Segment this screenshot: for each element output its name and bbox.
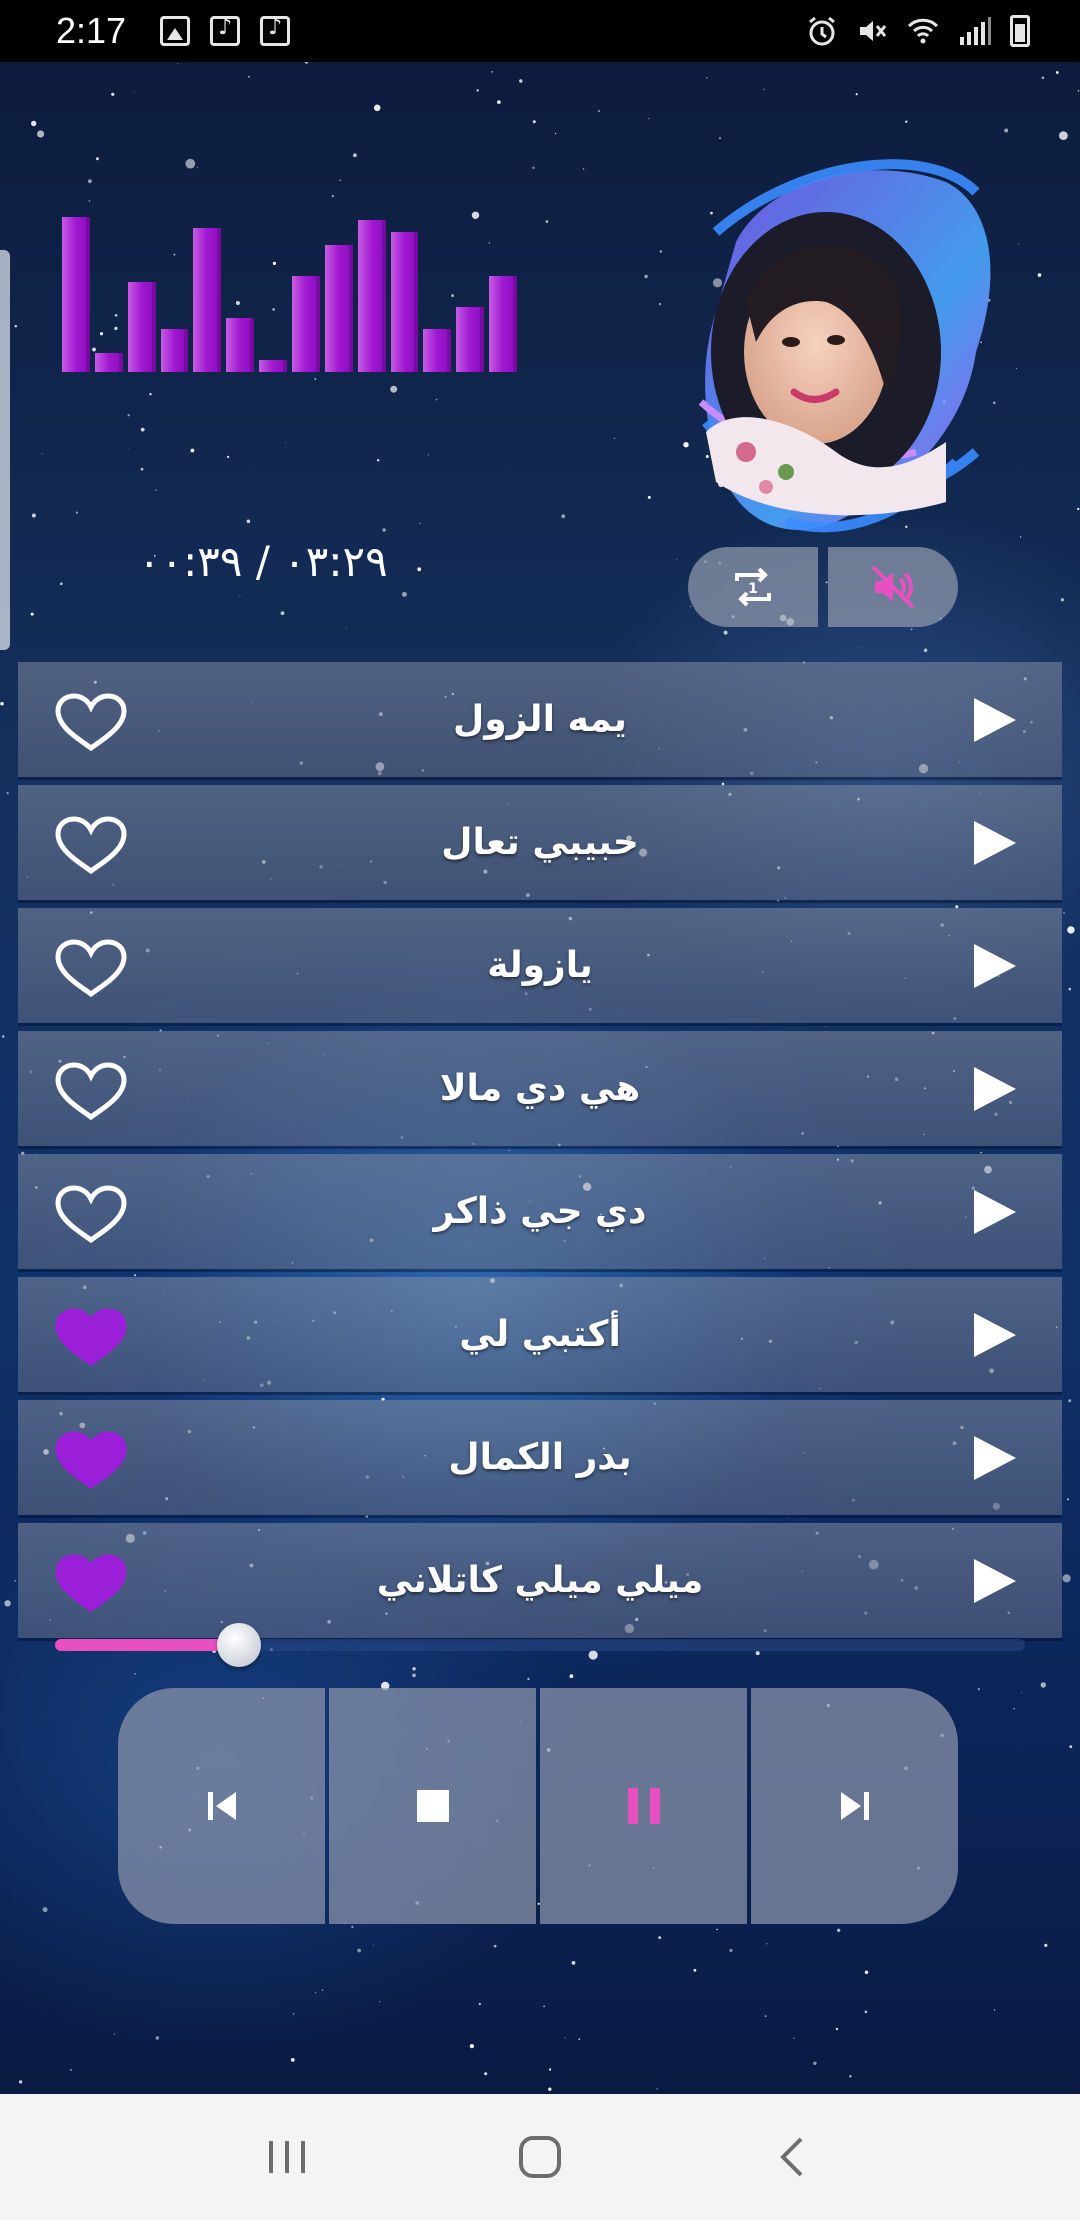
gallery-icon — [160, 16, 191, 46]
music-note-icon — [210, 15, 241, 46]
song-row[interactable]: أكتبي لي — [18, 1277, 1062, 1392]
visualizer-bar — [390, 232, 419, 372]
mute-button[interactable] — [828, 547, 958, 627]
song-row[interactable]: هي دي مالا — [18, 1031, 1062, 1146]
stop-button[interactable] — [329, 1688, 536, 1924]
transport-controls — [118, 1688, 958, 1924]
next-icon — [840, 1792, 869, 1820]
play-icon[interactable] — [974, 1190, 1016, 1234]
svg-text:1: 1 — [748, 581, 758, 597]
system-navigation-bar — [0, 2094, 1080, 2220]
visualizer-bar — [94, 353, 123, 372]
play-icon[interactable] — [974, 821, 1016, 865]
visualizer-bar — [160, 329, 189, 372]
side-drawer-handle[interactable] — [0, 250, 10, 650]
play-icon[interactable] — [974, 944, 1016, 988]
song-title: هي دي مالا — [439, 1068, 641, 1109]
song-list: يمه الزول حبيبي تعال يازولة هي دي مالا دي جي… — [18, 662, 1062, 1646]
next-button[interactable] — [751, 1688, 958, 1924]
play-icon[interactable] — [974, 1313, 1016, 1357]
repeat-button[interactable]: 1 — [688, 547, 818, 627]
play-icon[interactable] — [974, 1436, 1016, 1480]
audio-visualizer — [62, 217, 518, 372]
visualizer-bar — [292, 276, 320, 372]
seek-bar[interactable] — [55, 1623, 1025, 1667]
song-row[interactable]: يمه الزول — [18, 662, 1062, 777]
volume-mute-icon — [871, 565, 915, 609]
back-icon — [780, 2137, 803, 2177]
song-row[interactable]: ميلي ميلي كاتلاني — [18, 1523, 1062, 1638]
song-title: ميلي ميلي كاتلاني — [376, 1560, 704, 1601]
seek-bar-thumb[interactable] — [217, 1623, 262, 1667]
visualizer-bar — [423, 329, 452, 372]
song-row[interactable]: دي جي ذاكر — [18, 1154, 1062, 1269]
battery-icon — [1010, 15, 1030, 47]
repeat-one-icon: 1 — [735, 567, 771, 607]
visualizer-bar — [62, 217, 90, 372]
signal-icon — [960, 17, 991, 45]
elapsed-total-time: ٠٣:٢٩ / ٠٠:٣٩ — [138, 537, 388, 586]
music-player-screen: ٠٣:٢٩ / ٠٠:٣٩ 1 يمه الزول حبيبي تعال يازول… — [0, 62, 1080, 2094]
home-icon — [518, 2136, 561, 2178]
home-button[interactable] — [505, 2122, 575, 2192]
mute-icon — [860, 21, 887, 41]
play-icon[interactable] — [974, 698, 1016, 742]
visualizer-bar — [226, 318, 255, 372]
status-time: 2:17 — [56, 10, 127, 51]
music-note-icon — [260, 15, 291, 46]
seek-bar-fill — [55, 1639, 240, 1651]
pause-icon — [627, 1788, 660, 1824]
song-title: يمه الزول — [453, 699, 627, 740]
visualizer-bar — [456, 307, 485, 372]
song-title: أكتبي لي — [459, 1314, 621, 1355]
playback-options: 1 — [688, 547, 958, 627]
song-title: حبيبي تعال — [441, 822, 639, 863]
stop-icon — [416, 1790, 449, 1822]
wifi-icon — [907, 18, 939, 44]
visualizer-bar — [193, 228, 222, 372]
song-row[interactable]: حبيبي تعال — [18, 785, 1062, 900]
play-icon[interactable] — [974, 1067, 1016, 1111]
status-bar: 2:17 — [0, 0, 1080, 62]
visualizer-bar — [489, 276, 518, 372]
song-title: دي جي ذاكر — [433, 1191, 647, 1232]
back-button[interactable] — [758, 2122, 828, 2192]
alarm-icon — [809, 16, 835, 46]
song-title: يازولة — [487, 945, 593, 986]
status-right — [806, 15, 1030, 47]
previous-button[interactable] — [118, 1688, 325, 1924]
song-row[interactable]: بدر الكمال — [18, 1400, 1062, 1515]
artist-photo — [698, 159, 991, 533]
song-row[interactable]: يازولة — [18, 908, 1062, 1023]
play-icon[interactable] — [974, 1559, 1016, 1603]
visualizer-bar — [259, 360, 288, 372]
song-title: بدر الكمال — [448, 1437, 632, 1478]
visualizer-bar — [357, 220, 386, 372]
previous-icon — [207, 1792, 236, 1820]
pause-button[interactable] — [540, 1688, 747, 1924]
status-left: 2:17 — [56, 10, 291, 52]
visualizer-bar — [324, 245, 353, 372]
visualizer-bar — [127, 282, 156, 372]
recents-icon — [268, 2141, 305, 2173]
recents-button[interactable] — [252, 2122, 322, 2192]
